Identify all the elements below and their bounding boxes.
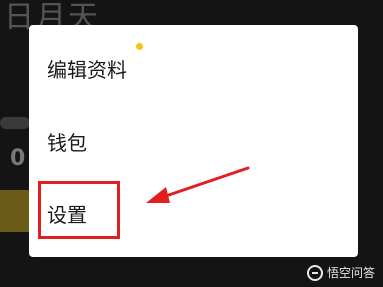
menu-item-edit-profile[interactable]: 编辑资料 [47,56,127,84]
watermark-text: 悟空问答 [326,266,375,280]
background-digit: 0 [10,146,26,171]
notification-dot [136,43,143,50]
popup-menu: 编辑资料 钱包 设置 [29,25,358,257]
watermark-logo-icon [306,264,323,281]
watermark: 悟空问答 [306,264,375,281]
menu-item-wallet[interactable]: 钱包 [47,129,87,157]
settings-highlight-box [38,181,120,239]
background-yellow-button [0,190,30,232]
background-slider [0,117,30,129]
